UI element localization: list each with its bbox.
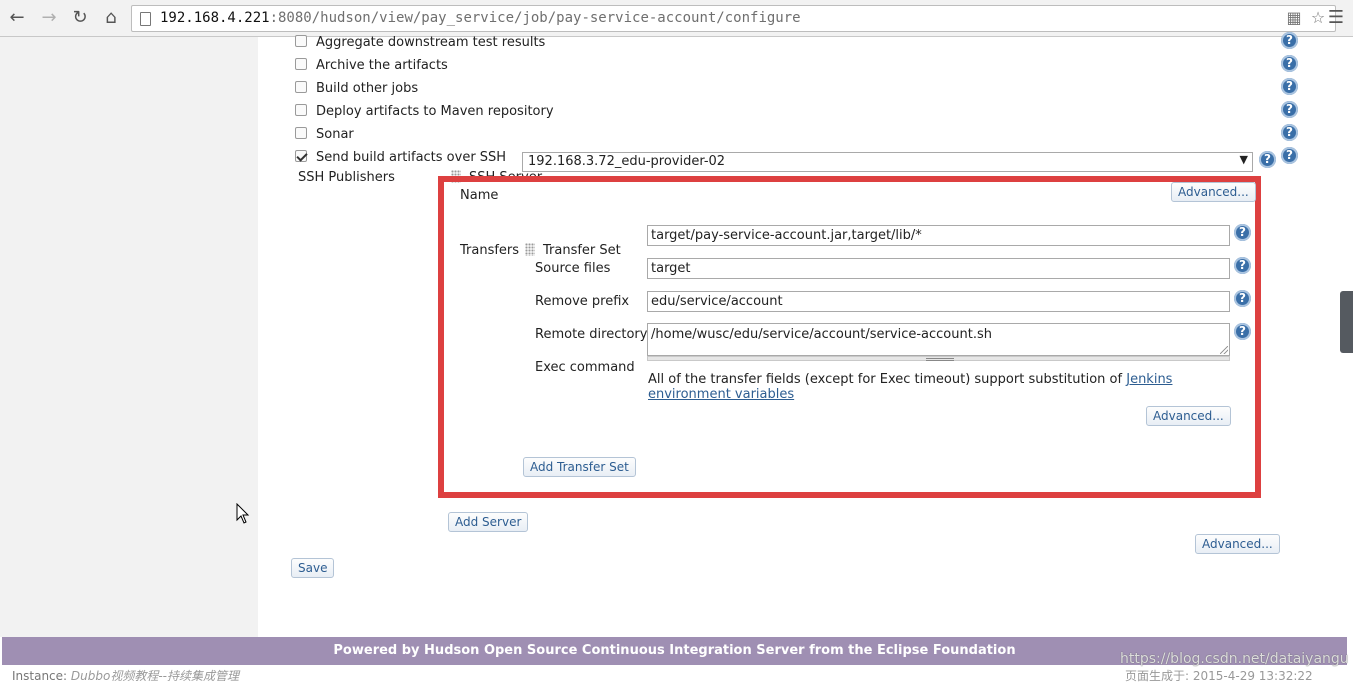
reload-icon[interactable]: ↻ bbox=[69, 7, 91, 29]
option-sonar[interactable]: Sonar bbox=[295, 127, 354, 145]
help-icon[interactable]: ? bbox=[1281, 78, 1298, 95]
side-scroll-tab[interactable] bbox=[1340, 291, 1353, 353]
substitution-note: All of the transfer fields (except for E… bbox=[648, 372, 1208, 402]
translate-icon[interactable]: ▦ bbox=[1285, 9, 1303, 27]
exec-command-textarea[interactable]: /home/wusc/edu/service/account/service-a… bbox=[647, 323, 1230, 356]
resize-grip-icon[interactable] bbox=[1220, 346, 1228, 354]
ssh-server-select[interactable]: 192.168.3.72_edu-provider-02 ▼ bbox=[522, 152, 1253, 172]
remote-directory-input[interactable]: edu/service/account bbox=[647, 291, 1230, 312]
checkbox[interactable] bbox=[295, 127, 307, 139]
transfers-label: Transfers bbox=[460, 243, 520, 258]
option-label: Send build artifacts over SSH bbox=[316, 150, 507, 165]
server-advanced-button[interactable]: Advanced... bbox=[1171, 182, 1256, 202]
page-icon bbox=[140, 12, 151, 26]
dropdown-arrow-icon: ▼ bbox=[1239, 153, 1248, 166]
add-server-button[interactable]: Add Server bbox=[448, 512, 529, 532]
page-generated-time: 页面生成于: 2015-4-29 13:32:22 bbox=[1125, 669, 1313, 683]
option-build-other-jobs[interactable]: Build other jobs bbox=[295, 81, 418, 99]
checkbox-checked[interactable] bbox=[295, 150, 307, 162]
help-icon[interactable]: ? bbox=[1281, 55, 1298, 72]
option-label: Deploy artifacts to Maven repository bbox=[316, 104, 554, 119]
address-bar[interactable]: 192.168.4.221:8080/hudson/view/pay_servi… bbox=[131, 5, 1336, 32]
note-text: All of the transfer fields (except for E… bbox=[648, 372, 1127, 387]
checkbox[interactable] bbox=[295, 81, 307, 93]
browser-toolbar: ← → ↻ ⌂ 192.168.4.221:8080/hudson/view/p… bbox=[0, 0, 1353, 37]
ssh-server-selected-value: 192.168.3.72_edu-provider-02 bbox=[528, 154, 726, 169]
back-icon[interactable]: ← bbox=[6, 7, 28, 29]
menu-icon[interactable]: ☰ bbox=[1325, 7, 1347, 29]
checkbox[interactable] bbox=[295, 35, 307, 47]
checkbox[interactable] bbox=[295, 58, 307, 70]
transfer-advanced-button[interactable]: Advanced... bbox=[1146, 406, 1231, 426]
watermark-text: https://blog.csdn.net/dataiyangu bbox=[1120, 651, 1349, 667]
option-label: Sonar bbox=[316, 127, 354, 142]
help-icon[interactable]: ? bbox=[1281, 147, 1298, 164]
forward-icon[interactable]: → bbox=[38, 7, 60, 29]
option-label: Archive the artifacts bbox=[316, 58, 448, 73]
option-label: Build other jobs bbox=[316, 81, 419, 96]
instance-name: Dubbo视频教程--持续集成管理 bbox=[70, 669, 239, 683]
add-transfer-set-button[interactable]: Add Transfer Set bbox=[523, 457, 636, 477]
url-text: 192.168.4.221:8080/hudson/view/pay_servi… bbox=[160, 10, 801, 26]
powered-by-text: Powered by Hudson Open Source Continuous… bbox=[333, 643, 1016, 658]
home-icon[interactable]: ⌂ bbox=[100, 7, 122, 29]
help-icon[interactable]: ? bbox=[1234, 323, 1251, 340]
help-icon[interactable]: ? bbox=[1281, 101, 1298, 118]
option-label: Aggregate downstream test results bbox=[316, 35, 546, 50]
side-panel bbox=[0, 37, 258, 637]
instance-info: Instance: Dubbo视频教程--持续集成管理 bbox=[12, 667, 239, 684]
publisher-advanced-button[interactable]: Advanced... bbox=[1195, 534, 1280, 554]
checkbox[interactable] bbox=[295, 104, 307, 116]
url-host: 192.168.4.221 bbox=[160, 10, 270, 26]
textarea-expand-handle[interactable] bbox=[647, 356, 1230, 361]
help-icon[interactable]: ? bbox=[1234, 224, 1251, 241]
option-deploy-maven[interactable]: Deploy artifacts to Maven repository bbox=[295, 104, 554, 122]
instance-label: Instance: bbox=[12, 669, 71, 683]
exec-command-value: /home/wusc/edu/service/account/service-a… bbox=[651, 327, 992, 342]
exec-command-label: Exec command bbox=[535, 360, 635, 375]
help-icon[interactable]: ? bbox=[1281, 32, 1298, 49]
remove-prefix-input[interactable]: target bbox=[647, 258, 1230, 279]
option-send-over-ssh[interactable]: Send build artifacts over SSH bbox=[295, 150, 506, 168]
drag-handle-icon[interactable] bbox=[525, 243, 535, 256]
option-archive-artifacts[interactable]: Archive the artifacts bbox=[295, 58, 448, 76]
save-button[interactable]: Save bbox=[291, 558, 335, 578]
help-icon[interactable]: ? bbox=[1259, 151, 1276, 168]
source-files-label: Source files bbox=[535, 261, 611, 276]
remote-directory-label: Remote directory bbox=[535, 327, 648, 342]
option-aggregate-downstream[interactable]: Aggregate downstream test results bbox=[295, 35, 545, 53]
ssh-publishers-label: SSH Publishers bbox=[298, 170, 395, 185]
help-icon[interactable]: ? bbox=[1234, 290, 1251, 307]
source-files-input[interactable]: target/pay-service-account.jar,target/li… bbox=[647, 225, 1230, 246]
help-icon[interactable]: ? bbox=[1281, 124, 1298, 141]
remove-prefix-label: Remove prefix bbox=[535, 294, 630, 309]
url-path: :8080/hudson/view/pay_service/job/pay-se… bbox=[269, 10, 801, 26]
transfer-set-header: Transfer Set bbox=[525, 243, 621, 258]
help-icon[interactable]: ? bbox=[1234, 257, 1251, 274]
transfer-set-label: Transfer Set bbox=[543, 243, 621, 258]
